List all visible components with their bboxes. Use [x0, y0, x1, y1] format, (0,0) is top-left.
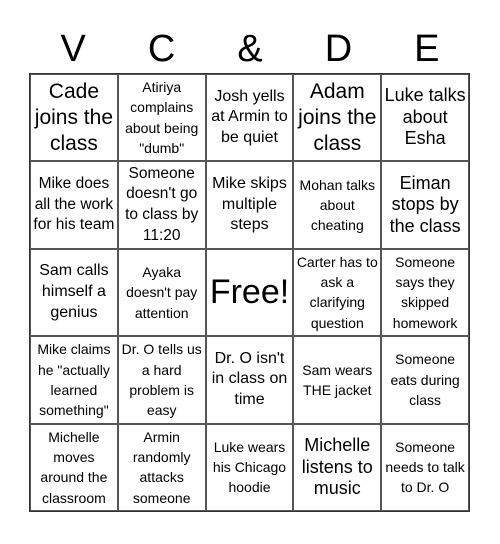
bingo-cell[interactable]: Armin randomly attacks someone — [117, 423, 206, 511]
bingo-cell[interactable]: Atiriya complains about being "dumb" — [117, 74, 206, 162]
bingo-cell[interactable]: Dr. O tells us a hard problem is easy — [117, 336, 206, 424]
header-letter: & — [237, 28, 263, 70]
bingo-cell[interactable]: Someone eats during class — [381, 336, 469, 424]
bingo-cell[interactable]: Sam wears THE jacket — [293, 336, 382, 424]
bingo-cell[interactable]: Someone doesn't go to class by 11:20 — [117, 161, 206, 249]
bingo-cell[interactable]: Mike does all the work for his team — [30, 161, 118, 249]
bingo-cell[interactable]: Ayaka doesn't pay attention — [117, 248, 206, 337]
header-letter: V — [60, 28, 86, 70]
bingo-cell[interactable]: Michelle listens to music — [293, 423, 382, 511]
bingo-cell[interactable]: Mike claims he "actually learned somethi… — [30, 336, 118, 424]
bingo-cell[interactable]: Someone needs to talk to Dr. O — [381, 423, 469, 511]
bingo-cell[interactable]: Mohan talks about cheating — [293, 161, 382, 249]
bingo-cell[interactable]: Luke wears his Chicago hoodie — [205, 423, 294, 511]
bingo-cell[interactable]: Carter has to ask a clarifying question — [293, 248, 382, 337]
bingo-header: V C & D E — [29, 26, 471, 72]
bingo-grid: Cade joins the class Atiriya complains a… — [29, 73, 470, 512]
bingo-cell[interactable]: Adam joins the class — [293, 74, 382, 162]
bingo-cell[interactable]: Josh yells at Armin to be quiet — [205, 74, 294, 162]
header-letter: C — [147, 28, 176, 70]
free-space[interactable]: Free! — [205, 248, 294, 337]
bingo-cell[interactable]: Michelle moves around the classroom — [30, 423, 118, 511]
bingo-cell[interactable]: Mike skips multiple steps — [205, 161, 294, 249]
header-letter: E — [414, 28, 440, 70]
bingo-cell[interactable]: Luke talks about Esha — [381, 74, 469, 162]
bingo-cell[interactable]: Cade joins the class — [30, 74, 118, 162]
bingo-cell[interactable]: Sam calls himself a genius — [30, 248, 118, 337]
bingo-cell[interactable]: Eiman stops by the class — [381, 161, 469, 249]
header-letter: D — [324, 28, 353, 70]
bingo-cell[interactable]: Dr. O isn't in class on time — [205, 336, 294, 424]
bingo-cell[interactable]: Someone says they skipped homework — [381, 248, 469, 337]
